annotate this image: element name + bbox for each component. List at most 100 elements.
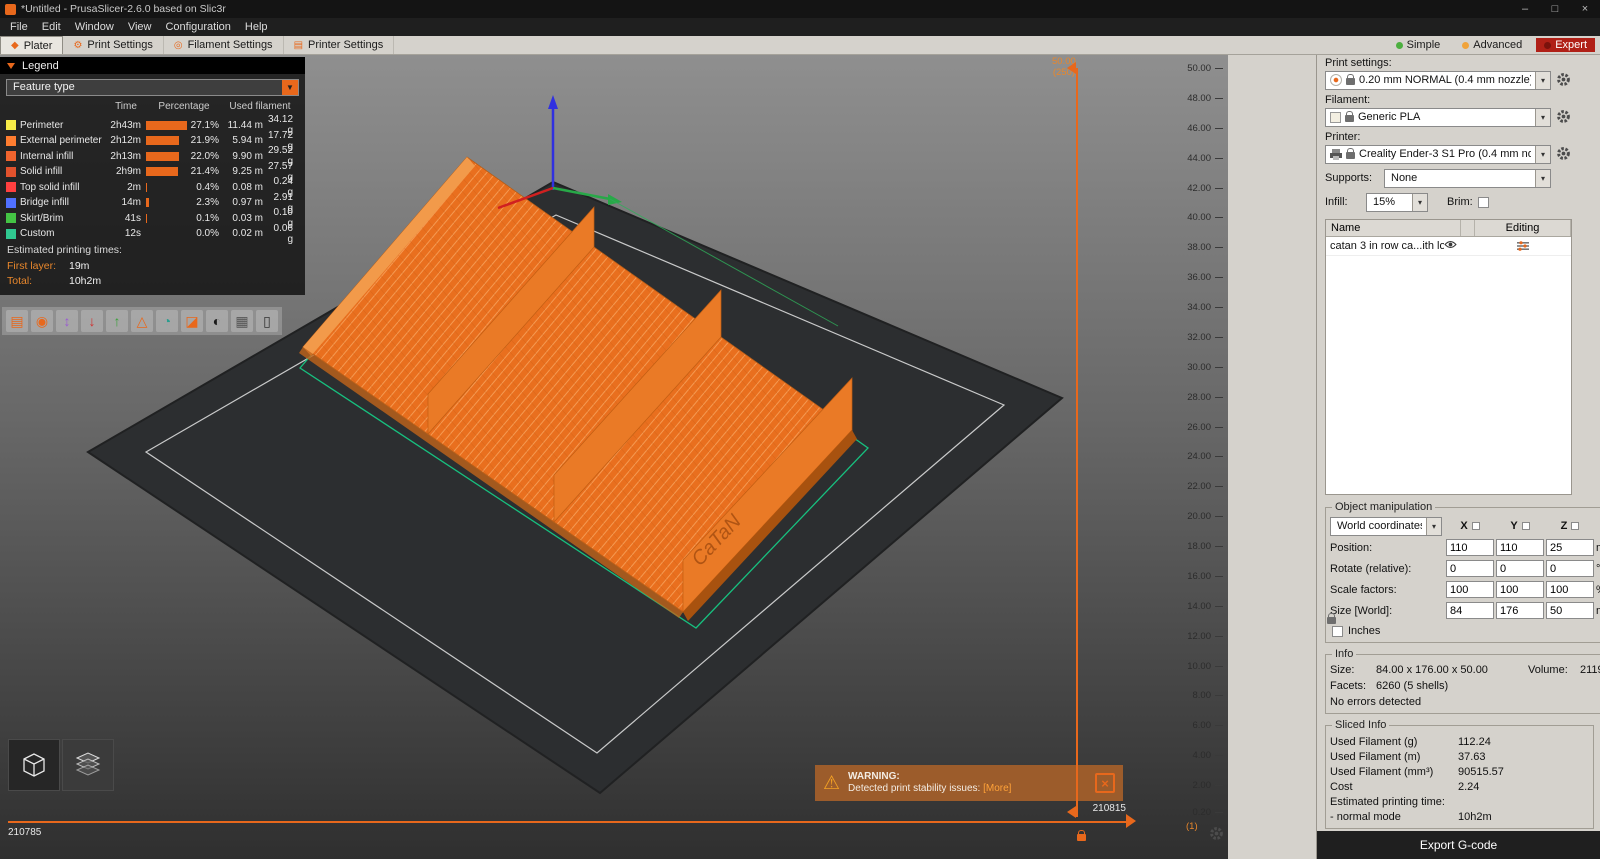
ruler-tick-label: 14.00 [1187, 600, 1211, 612]
travels-icon[interactable]: ◉ [31, 310, 53, 332]
tab-plater[interactable]: ◆ Plater [0, 36, 64, 54]
legend-row-solid-infill[interactable]: Solid infill 2h9m 21.4% 9.25 m 27.57 g [0, 161, 305, 183]
legend-header[interactable]: Legend [0, 57, 305, 74]
export-gcode-button[interactable]: Export G-code [1317, 831, 1600, 859]
print-settings-gear-icon[interactable] [1556, 72, 1572, 88]
close-button[interactable]: × [1570, 0, 1600, 18]
coordinates-select[interactable]: World coordinates ▾ [1330, 516, 1442, 536]
legend-row-external-perimeter[interactable]: External perimeter 2h12m 21.9% 5.94 m 17.72 … [0, 130, 305, 152]
uniform-scale-lock-icon[interactable] [1327, 613, 1336, 624]
layer-slider-lower-handle[interactable] [1067, 806, 1076, 818]
legend-row-perimeter[interactable]: Perimeter 2h43m 27.1% 11.44 m 34.12 g [0, 114, 305, 136]
feature-name: Top solid infill [20, 181, 80, 193]
minimize-button[interactable]: – [1510, 0, 1540, 18]
horizontal-slider[interactable] [8, 821, 1126, 823]
manip-input-z[interactable] [1546, 539, 1594, 556]
feature-percentage-bar [146, 213, 190, 223]
menu-item-file[interactable]: File [3, 18, 35, 36]
menu-item-help[interactable]: Help [238, 18, 275, 36]
supports-select[interactable]: None ▾ [1384, 168, 1551, 188]
eye-icon[interactable] [1444, 240, 1457, 252]
manip-input-z[interactable] [1546, 581, 1594, 598]
axis-header-y: Y [1496, 520, 1544, 532]
object-list-header: Name Editing [1326, 220, 1571, 237]
view-type-select[interactable]: Feature type ▼ [6, 79, 299, 96]
manip-input-y[interactable] [1496, 560, 1544, 577]
edit-object-icon[interactable] [1475, 241, 1571, 251]
shells-icon[interactable]: ◐ [206, 310, 228, 332]
layer-slider-upper-handle[interactable] [1067, 62, 1076, 74]
legend-row-custom[interactable]: Custom 12s 0.0% 0.02 m 0.06 g [0, 223, 305, 245]
manip-row-size-world-: Size [World]: mm [1330, 600, 1600, 621]
manip-input-x[interactable] [1446, 581, 1494, 598]
legend-row-internal-infill[interactable]: Internal infill 2h13m 22.0% 9.90 m 29.52 g [0, 145, 305, 167]
legend-row-skirt-brim[interactable]: Skirt/Brim 41s 0.1% 0.03 m 0.10 g [0, 207, 305, 229]
mirror-checkbox-z[interactable] [1571, 522, 1580, 530]
tab-label: Plater [23, 39, 53, 52]
ruler-tick [1215, 336, 1223, 338]
legend-row-top-solid-infill[interactable]: Top solid infill 2m 0.4% 0.08 m 0.24 g [0, 176, 305, 198]
mode-simple[interactable]: Simple [1388, 38, 1449, 52]
feature-time: 14m [121, 197, 141, 208]
filament-select[interactable]: Generic PLA ▾ [1325, 107, 1551, 127]
column-name: Name [1326, 220, 1461, 236]
brim-checkbox[interactable] [1477, 196, 1489, 208]
retractions-icon[interactable]: ↕ [56, 310, 78, 332]
manip-input-x[interactable] [1446, 560, 1494, 577]
legend-row-bridge-infill[interactable]: Bridge infill 14m 2.3% 0.97 m 2.91 g [0, 192, 305, 214]
mirror-checkbox-x[interactable] [1471, 522, 1480, 530]
sliced-label: Estimated printing time: [1330, 796, 1445, 808]
manip-input-z[interactable] [1546, 602, 1594, 619]
filament-gear-icon[interactable] [1556, 109, 1572, 125]
facets-label: Facets: [1330, 680, 1367, 692]
seams-icon[interactable]: ↑ [106, 310, 128, 332]
sliced-row-cost: Cost 2.24 [1330, 781, 1589, 793]
estimated-time-icon[interactable]: ◔ [156, 310, 178, 332]
printer-column-icon[interactable]: ▯ [256, 310, 278, 332]
wipe-icon[interactable]: ◪ [181, 310, 203, 332]
menu-item-configuration[interactable]: Configuration [158, 18, 237, 36]
layer-slider-track[interactable] [1076, 68, 1078, 817]
warning-more-link[interactable]: [More] [983, 783, 1011, 794]
manip-input-y[interactable] [1496, 602, 1544, 619]
deretractions-icon[interactable]: ↓ [81, 310, 103, 332]
supports-value: None [1391, 172, 1418, 184]
manip-input-y[interactable] [1496, 581, 1544, 598]
layers-3d-icon[interactable]: ▤ [6, 310, 28, 332]
printer-gear-icon[interactable] [1556, 146, 1572, 162]
manip-input-y[interactable] [1496, 539, 1544, 556]
mode-advanced[interactable]: Advanced [1454, 38, 1530, 52]
manip-input-x[interactable] [1446, 539, 1494, 556]
horizontal-slider-handle[interactable] [1126, 814, 1136, 828]
manip-input-z[interactable] [1546, 560, 1594, 577]
view-3d-thumbnail[interactable] [8, 739, 60, 791]
object-name: catan 3 in row ca...ith logo ) v1.stl [1330, 240, 1444, 252]
menu-item-view[interactable]: View [121, 18, 159, 36]
tab-printer-settings[interactable]: ▤ Printer Settings [284, 36, 395, 54]
mode-expert[interactable]: Expert [1536, 38, 1595, 52]
legend-cube-icon[interactable]: ▦ [231, 310, 253, 332]
viewport-settings-gear-icon[interactable] [1209, 826, 1225, 842]
tab-print-settings[interactable]: ⚙ Print Settings [63, 36, 164, 54]
plater-icon: ◆ [11, 40, 19, 51]
legend-panel: Legend Feature type ▼ Time Percentage Us… [0, 57, 305, 295]
print-settings-select[interactable]: 0.20 mm NORMAL (0.4 mm nozzle) ▾ [1325, 70, 1551, 90]
printer-icon [1330, 148, 1342, 160]
menu-item-edit[interactable]: Edit [35, 18, 68, 36]
object-list-row[interactable]: catan 3 in row ca...ith logo ) v1.stl [1326, 237, 1571, 256]
viewport-3d[interactable]: CaTaN Legend Feature type ▼ Time Percent… [0, 55, 1228, 859]
menu-item-window[interactable]: Window [68, 18, 121, 36]
color-print-icon[interactable]: △ [131, 310, 153, 332]
tab-filament-settings[interactable]: ◎ Filament Settings [164, 36, 284, 54]
inches-checkbox[interactable] [1332, 625, 1343, 637]
maximize-button[interactable]: □ [1540, 0, 1570, 18]
object-list-body: catan 3 in row ca...ith logo ) v1.stl [1326, 237, 1571, 494]
infill-select[interactable]: 15% ▾ [1366, 192, 1428, 212]
manip-input-x[interactable] [1446, 602, 1494, 619]
axis-header-z: Z [1546, 520, 1594, 532]
view-preview-thumbnail[interactable] [62, 739, 114, 791]
warning-close-button[interactable]: × [1095, 773, 1115, 793]
mirror-checkbox-y[interactable] [1521, 522, 1530, 530]
printer-select[interactable]: Creality Ender-3 S1 Pro (0.4 mm nozzle) … [1325, 144, 1551, 164]
slider-lock-icon[interactable] [1077, 830, 1086, 841]
